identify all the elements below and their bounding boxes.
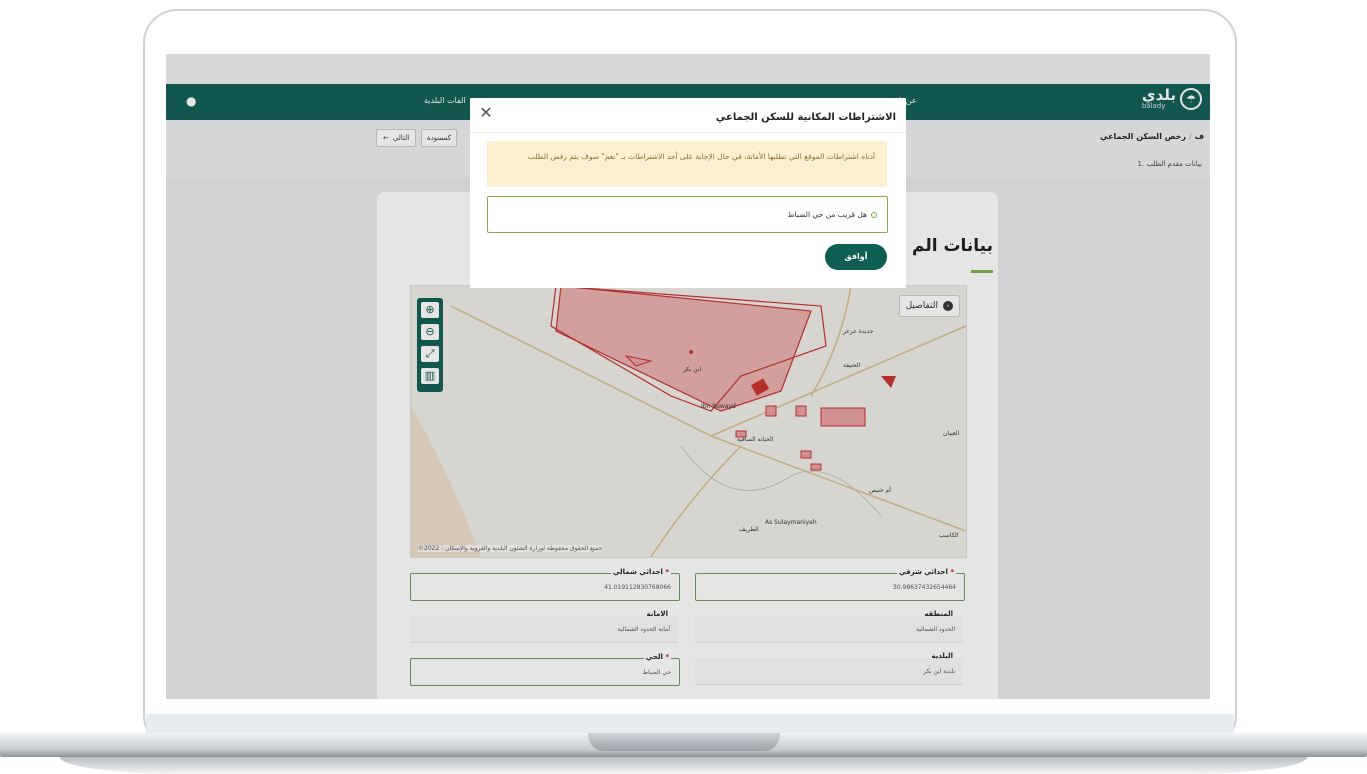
modal-divider bbox=[470, 132, 906, 133]
laptop-notch bbox=[588, 733, 780, 751]
laptop-chin bbox=[146, 714, 1234, 735]
close-icon[interactable]: ✕ bbox=[478, 105, 494, 121]
question-text: هل قريب من حي الضباط bbox=[787, 210, 867, 219]
warning-alert: أدناه اشتراطات الموقع التي تطلبها الأمان… bbox=[487, 141, 887, 187]
warning-text: أدناه اشتراطات الموقع التي تطلبها الأمان… bbox=[527, 152, 875, 161]
modal-title: الاشتراطات المكانية للسكن الجماعي bbox=[715, 112, 896, 123]
agree-button[interactable]: أوافق bbox=[825, 244, 887, 270]
bullet-icon bbox=[871, 211, 877, 218]
condition-question[interactable]: هل قريب من حي الضباط bbox=[487, 196, 888, 233]
laptop-base-foot bbox=[60, 757, 1307, 774]
screen: بلدي balady ☂ عن بلـ الفات البلدية ● ف/ر… bbox=[166, 54, 1210, 699]
location-conditions-modal: الاشتراطات المكانية للسكن الجماعي ✕ أدنا… bbox=[470, 98, 906, 288]
